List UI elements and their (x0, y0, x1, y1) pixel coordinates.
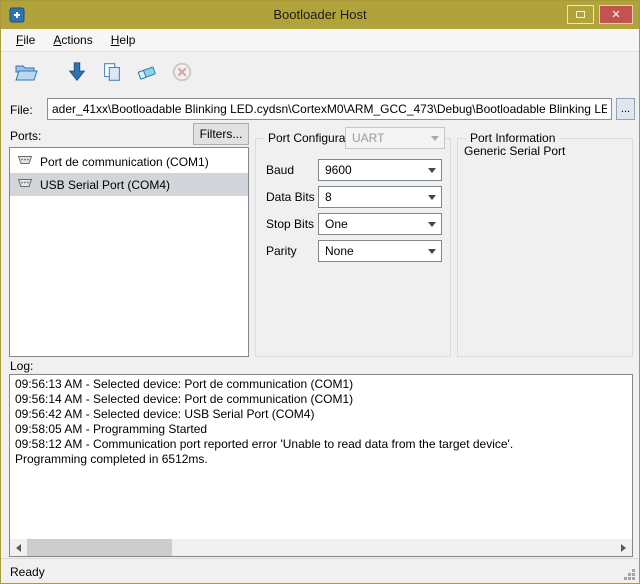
data-bits-value: 8 (325, 190, 332, 204)
data-bits-combobox[interactable]: 8 (318, 186, 442, 208)
restore-button[interactable] (567, 5, 594, 24)
log-line: 09:58:05 AM - Programming Started (15, 422, 627, 437)
port-item-com1[interactable]: Port de communication (COM1) (10, 150, 248, 173)
baud-row: Baud 9600 (266, 159, 442, 181)
scrollbar-right-arrow-icon[interactable] (615, 539, 632, 556)
statusbar: Ready (1, 558, 639, 584)
window-title: Bootloader Host (1, 7, 639, 22)
file-label: File: (10, 103, 33, 117)
open-file-button[interactable] (11, 58, 41, 88)
abort-button (167, 58, 197, 88)
open-folder-icon (14, 60, 38, 87)
baud-label: Baud (266, 163, 318, 177)
baud-combobox[interactable]: 9600 (318, 159, 442, 181)
stop-bits-value: One (325, 217, 348, 231)
titlebar[interactable]: Bootloader Host ✕ (1, 1, 639, 29)
file-path-input[interactable] (47, 98, 612, 120)
stop-bits-label: Stop Bits (266, 217, 318, 231)
parity-label: Parity (266, 244, 318, 258)
chevron-down-icon (423, 188, 440, 206)
log-line: Programming completed in 6512ms. (15, 452, 627, 467)
log-line: 09:58:12 AM - Communication port reporte… (15, 437, 627, 452)
toolbar (1, 52, 639, 94)
port-information-group: Port Information Generic Serial Port (457, 138, 633, 357)
chevron-down-icon (423, 215, 440, 233)
stop-bits-row: Stop Bits One (266, 213, 442, 235)
menu-actions[interactable]: Actions (44, 30, 101, 50)
port-item-com4[interactable]: USB Serial Port (COM4) (10, 173, 248, 196)
menubar: File Actions Help (1, 29, 639, 52)
erase-button[interactable] (132, 58, 162, 88)
baud-value: 9600 (325, 163, 352, 177)
serial-port-icon (17, 154, 33, 169)
stop-bits-combobox[interactable]: One (318, 213, 442, 235)
chevron-down-icon (426, 129, 443, 147)
verify-button[interactable] (97, 58, 127, 88)
program-button[interactable] (62, 58, 92, 88)
program-arrow-icon (66, 61, 88, 86)
resize-grip[interactable] (621, 566, 637, 582)
menu-file[interactable]: File (7, 30, 44, 50)
verify-documents-icon (101, 61, 123, 86)
menu-help[interactable]: Help (102, 30, 145, 50)
close-icon: ✕ (611, 8, 620, 21)
log-line: 09:56:13 AM - Selected device: Port de c… (15, 377, 627, 392)
browse-button[interactable]: ... (616, 98, 635, 120)
log-box[interactable]: 09:56:13 AM - Selected device: Port de c… (9, 374, 633, 557)
transport-combobox: UART (345, 127, 445, 149)
abort-icon (171, 61, 193, 86)
close-button[interactable]: ✕ (599, 5, 633, 24)
status-text: Ready (10, 565, 45, 579)
data-bits-row: Data Bits 8 (266, 186, 442, 208)
transport-value: UART (352, 131, 384, 145)
ports-list: Port de communication (COM1) USB Serial … (9, 147, 249, 357)
log-line: 09:56:14 AM - Selected device: Port de c… (15, 392, 627, 407)
parity-row: Parity None (266, 240, 442, 262)
ports-label: Ports: (10, 129, 41, 143)
log-label: Log: (10, 359, 33, 373)
log-line: 09:56:42 AM - Selected device: USB Seria… (15, 407, 627, 422)
port-information-title: Port Information (466, 131, 559, 145)
chevron-down-icon (423, 161, 440, 179)
parity-combobox[interactable]: None (318, 240, 442, 262)
data-bits-label: Data Bits (266, 190, 318, 204)
filters-button[interactable]: Filters... (193, 123, 249, 145)
app-window: Bootloader Host ✕ File Actions Help (0, 0, 640, 584)
serial-port-icon (17, 177, 33, 192)
log-horizontal-scrollbar[interactable] (10, 539, 632, 556)
caption-buttons: ✕ (567, 5, 633, 24)
log-lines: 09:56:13 AM - Selected device: Port de c… (10, 375, 632, 469)
port-configuration-group: Port Configuration UART Baud 9600 Data B… (255, 138, 451, 357)
port-item-label: USB Serial Port (COM4) (40, 178, 170, 192)
scrollbar-left-arrow-icon[interactable] (10, 539, 27, 556)
port-information-text: Generic Serial Port (464, 144, 565, 158)
eraser-icon (136, 61, 158, 86)
chevron-down-icon (423, 242, 440, 260)
parity-value: None (325, 244, 354, 258)
scrollbar-track[interactable] (172, 539, 615, 556)
port-item-label: Port de communication (COM1) (40, 155, 209, 169)
restore-icon (576, 11, 585, 18)
scrollbar-thumb[interactable] (27, 539, 172, 556)
